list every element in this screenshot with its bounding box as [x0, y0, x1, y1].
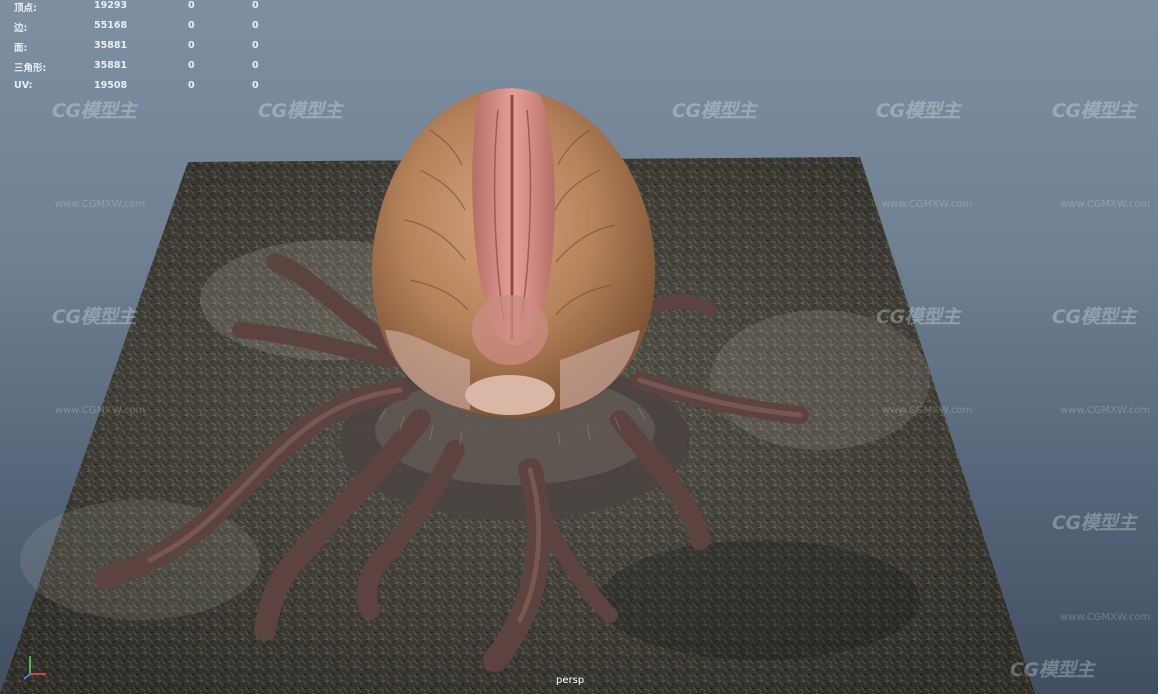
watermark-logo: CG模型主: [1052, 512, 1137, 534]
hud-row-faces: 面: 35881 0 0: [0, 40, 270, 54]
hud-value: 35881: [94, 60, 128, 71]
hud-value: 0: [252, 40, 259, 51]
hud-value: 0: [188, 20, 195, 31]
hud-value: 0: [188, 40, 195, 51]
hud-row-vertices: 顶点: 19293 0 0: [0, 0, 270, 14]
hud-label: 面:: [14, 43, 28, 54]
camera-name-label: persp: [556, 675, 585, 686]
watermark-url: www.CGMXW.com: [882, 405, 973, 416]
hud-value: 0: [252, 0, 259, 11]
watermark-logo: CG模型主: [1052, 100, 1137, 122]
axis-gizmo-icon: [24, 656, 46, 680]
hud-value: 55168: [94, 20, 128, 31]
watermark-logo: CG模型主: [258, 100, 343, 122]
hud-value: 0: [188, 80, 195, 91]
watermark-url: www.CGMXW.com: [55, 199, 146, 210]
watermark-url: www.CGMXW.com: [55, 405, 146, 416]
poly-count-hud: 顶点: 19293 0 0 边: 55168 0 0 面: 35881 0 0 …: [0, 0, 270, 100]
watermark-url: www.CGMXW.com: [1060, 405, 1151, 416]
hud-value: 0: [188, 0, 195, 11]
hud-label: 三角形:: [14, 63, 47, 74]
hud-row-triangles: 三角形: 35881 0 0: [0, 60, 270, 74]
watermark-logo: CG模型主: [672, 100, 757, 122]
scene-render: [0, 88, 1035, 694]
watermark-logo: CG模型主: [876, 100, 961, 122]
hud-value: 19293: [94, 0, 128, 11]
watermark-logo: CG模型主: [876, 306, 961, 328]
hud-value: 0: [252, 20, 259, 31]
hud-value: 0: [188, 60, 195, 71]
watermark-logo: CG模型主: [1052, 306, 1137, 328]
alien-egg-pod: [372, 88, 655, 418]
hud-row-uvs: UV: 19508 0 0: [0, 80, 270, 94]
hud-row-edges: 边: 55168 0 0: [0, 20, 270, 34]
watermark-logo: CG模型主: [52, 100, 137, 122]
hud-label: UV:: [14, 80, 33, 91]
watermark-url: www.CGMXW.com: [1060, 199, 1151, 210]
watermark-url: www.CGMXW.com: [882, 199, 973, 210]
hud-value: 0: [252, 80, 259, 91]
hud-label: 顶点:: [14, 3, 37, 14]
hud-label: 边:: [14, 23, 28, 34]
watermark-logo: CG模型主: [52, 306, 137, 328]
watermark-logo: CG模型主: [1010, 659, 1095, 681]
hud-value: 35881: [94, 40, 128, 51]
hud-value: 19508: [94, 80, 128, 91]
hud-value: 0: [252, 60, 259, 71]
maya-viewport[interactable]: 顶点: 19293 0 0 边: 55168 0 0 面: 35881 0 0 …: [0, 0, 1158, 694]
watermark-url: www.CGMXW.com: [1060, 612, 1151, 623]
